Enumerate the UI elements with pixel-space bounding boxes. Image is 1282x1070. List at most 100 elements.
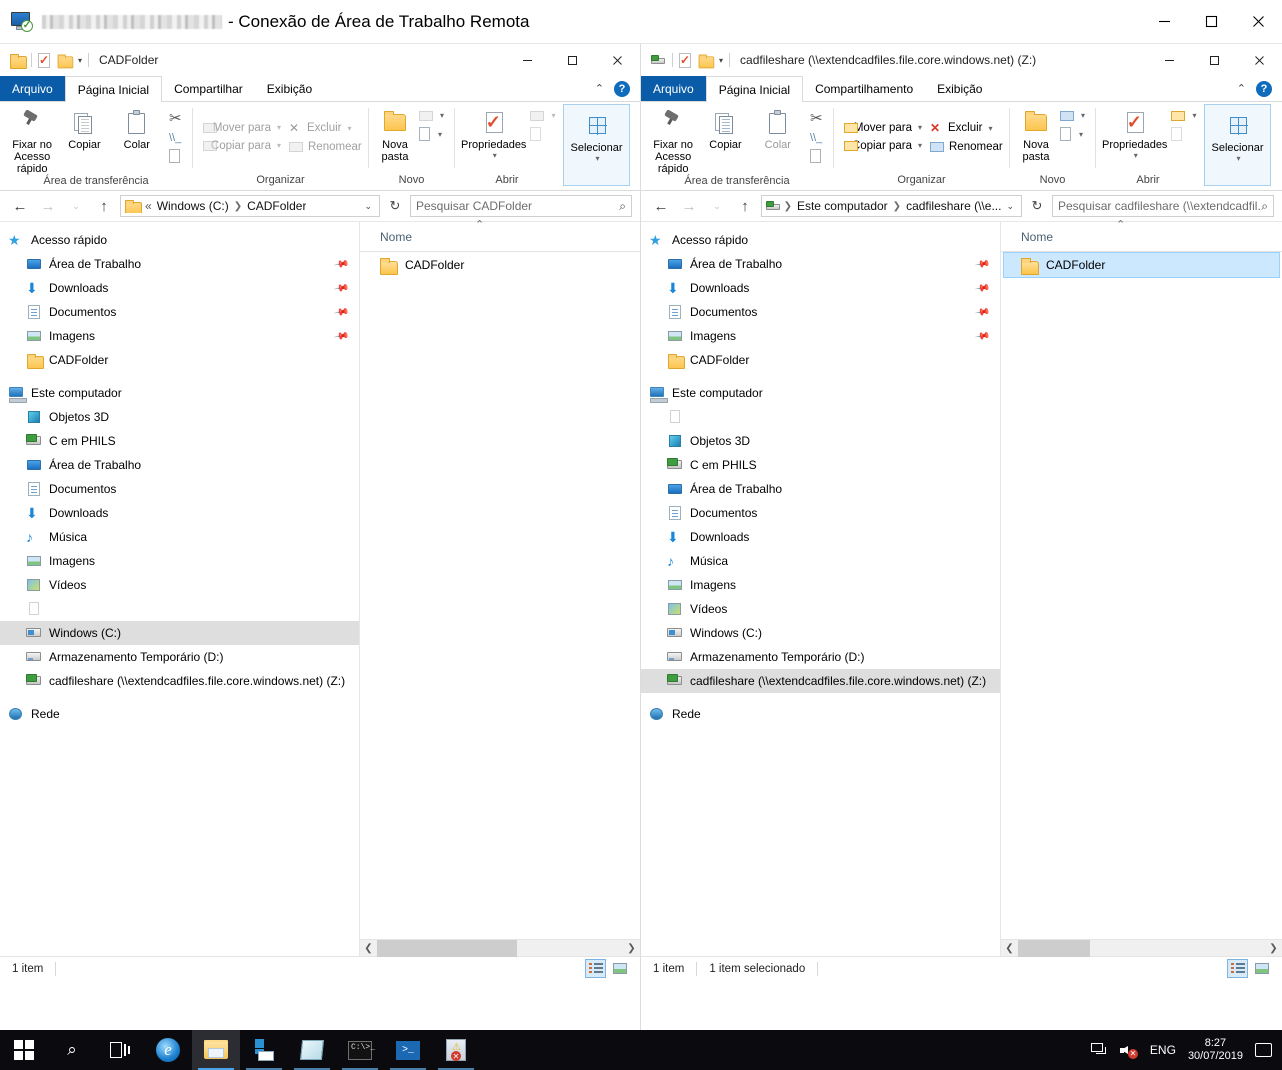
- event-viewer-button[interactable]: ⚠ ✕: [432, 1030, 480, 1070]
- sidebar-item-armazenamento-temporario-d[interactable]: Armazenamento Temporário (D:): [641, 645, 1000, 669]
- sidebar-item-rede[interactable]: Rede: [641, 702, 1000, 726]
- left-tab-pagina-inicial[interactable]: Página Inicial: [64, 76, 163, 102]
- start-button[interactable]: [0, 1030, 48, 1070]
- command-prompt-button[interactable]: C:\>_: [336, 1030, 384, 1070]
- file-list-item-cadfolder[interactable]: CADFolder: [362, 252, 638, 278]
- right-tab-compartilhamento[interactable]: Compartilhamento: [803, 76, 925, 101]
- right-maximize-button[interactable]: [1192, 45, 1237, 76]
- left-tab-arquivo[interactable]: Arquivo: [0, 76, 65, 101]
- sidebar-item-armazenamento-temporario-d[interactable]: Armazenamento Temporário (D:): [0, 645, 359, 669]
- left-copy-button[interactable]: Copiar: [58, 105, 110, 151]
- right-recent-locations-button[interactable]: ⌄: [705, 194, 729, 218]
- right-help-icon[interactable]: ?: [1256, 80, 1272, 97]
- sidebar-item-cadfolder[interactable]: CADFolder: [641, 348, 1000, 372]
- scroll-track[interactable]: [1018, 939, 1265, 957]
- right-collapse-ribbon-icon[interactable]: ⌃: [1237, 82, 1246, 95]
- sidebar-item-objetos-3d[interactable]: Objetos 3D: [641, 429, 1000, 453]
- left-address-dropdown-icon[interactable]: ⌄: [359, 201, 377, 212]
- left-file-list-pane[interactable]: Nome ⌃ CADFolder ❮ ❯: [360, 219, 640, 957]
- large-icons-view-button[interactable]: [1251, 959, 1272, 978]
- sidebar-item-windows-c[interactable]: Windows (C:): [0, 621, 359, 645]
- right-refresh-button[interactable]: ↻: [1026, 195, 1048, 217]
- sidebar-item-downloads[interactable]: ⬇ Downloads 📌: [641, 276, 1000, 300]
- rdp-close-button[interactable]: [1235, 0, 1282, 44]
- qat-customize-caret-icon[interactable]: ▾: [78, 56, 82, 65]
- right-new-item-button[interactable]: ▾: [1056, 107, 1089, 124]
- internet-explorer-button[interactable]: e: [144, 1030, 192, 1070]
- sidebar-item-cadfileshare-z[interactable]: cadfileshare (\\extendcadfiles.file.core…: [641, 669, 1000, 693]
- sidebar-item-area-de-trabalho-2[interactable]: Área de Trabalho: [641, 477, 1000, 501]
- sidebar-item-documentos-2[interactable]: Documentos: [641, 501, 1000, 525]
- left-back-button[interactable]: ←: [8, 194, 32, 218]
- right-edit-button[interactable]: [1167, 125, 1200, 144]
- qat-properties-icon[interactable]: ✓: [679, 52, 692, 68]
- left-copy-path-button[interactable]: \\_: [165, 130, 186, 146]
- left-move-to-button[interactable]: Mover para ▾: [199, 119, 285, 136]
- right-address-bar[interactable]: ❯ Este computador ❯ cadfileshare (\\e...…: [761, 195, 1022, 217]
- left-rename-button[interactable]: Renomear: [285, 138, 366, 155]
- right-tab-pagina-inicial[interactable]: Página Inicial: [705, 76, 804, 102]
- right-properties-button[interactable]: ✓ Propriedades ▾: [1102, 105, 1167, 160]
- language-indicator[interactable]: ENG: [1150, 1043, 1176, 1057]
- right-paste-button[interactable]: Colar: [752, 105, 804, 151]
- right-easy-access-button[interactable]: ▾: [1056, 125, 1089, 144]
- sidebar-item-downloads-2[interactable]: ⬇ Downloads: [641, 525, 1000, 549]
- left-close-button[interactable]: [595, 45, 640, 76]
- details-view-button[interactable]: [585, 959, 606, 978]
- right-cut-button[interactable]: ✂: [806, 109, 827, 129]
- qat-new-folder-icon[interactable]: [57, 54, 74, 68]
- right-column-header-nome[interactable]: Nome ⌃: [1001, 219, 1282, 252]
- sidebar-item-este-computador[interactable]: Este computador: [0, 381, 359, 405]
- scroll-right-icon[interactable]: ❯: [1265, 943, 1282, 954]
- sidebar-item-imagens-2[interactable]: Imagens: [0, 549, 359, 573]
- sticky-notes-button[interactable]: [288, 1030, 336, 1070]
- left-new-item-button[interactable]: ▾: [415, 107, 448, 124]
- sidebar-item-area-de-trabalho-2[interactable]: Área de Trabalho: [0, 453, 359, 477]
- left-open-button[interactable]: ▾: [526, 107, 559, 124]
- sidebar-item-imagens[interactable]: Imagens 📌: [0, 324, 359, 348]
- right-pin-to-quick-access-button[interactable]: Fixar no Acesso rápido: [647, 105, 699, 175]
- left-tab-compartilhar[interactable]: Compartilhar: [162, 76, 255, 101]
- right-horizontal-scrollbar[interactable]: ❮ ❯: [1001, 939, 1282, 957]
- right-address-dropdown-icon[interactable]: ⌄: [1001, 201, 1019, 212]
- sidebar-item-windows-c[interactable]: Windows (C:): [641, 621, 1000, 645]
- left-select-button[interactable]: Selecionar ▾: [570, 108, 623, 163]
- sidebar-item-musica[interactable]: ♪ Música: [641, 549, 1000, 573]
- sidebar-item-cadfolder[interactable]: CADFolder: [0, 348, 359, 372]
- sidebar-item-cadfileshare-z[interactable]: cadfileshare (\\extendcadfiles.file.core…: [0, 669, 359, 693]
- sidebar-item-downloads[interactable]: ⬇ Downloads 📌: [0, 276, 359, 300]
- right-paste-shortcut-button[interactable]: [806, 147, 827, 166]
- sidebar-item-c-em-phils[interactable]: C em PHILS: [0, 429, 359, 453]
- task-view-button[interactable]: [96, 1030, 144, 1070]
- left-up-button[interactable]: ↑: [92, 194, 116, 218]
- sidebar-item-imagens-2[interactable]: Imagens: [641, 573, 1000, 597]
- right-forward-button[interactable]: →: [677, 194, 701, 218]
- server-manager-button[interactable]: [240, 1030, 288, 1070]
- sidebar-item-acesso-rapido[interactable]: ★ Acesso rápido: [0, 228, 359, 252]
- left-new-folder-button[interactable]: Nova pasta: [375, 105, 415, 163]
- left-forward-button[interactable]: →: [36, 194, 60, 218]
- left-breadcrumb-0[interactable]: Windows (C:): [157, 199, 229, 213]
- right-copy-button[interactable]: Copiar: [699, 105, 751, 151]
- right-rename-button[interactable]: Renomear: [926, 138, 1007, 155]
- left-refresh-button[interactable]: ↻: [384, 195, 406, 217]
- right-file-list-pane[interactable]: Nome ⌃ CADFolder ❮ ❯: [1001, 219, 1282, 957]
- sidebar-item-downloads-2[interactable]: ⬇ Downloads: [0, 501, 359, 525]
- sidebar-item-c-em-phils[interactable]: C em PHILS: [641, 453, 1000, 477]
- right-tab-exibicao[interactable]: Exibição: [925, 76, 994, 101]
- left-delete-button[interactable]: ✕ Excluir ▾: [285, 119, 366, 137]
- sidebar-item-videos[interactable]: Vídeos: [0, 573, 359, 597]
- right-select-button[interactable]: Selecionar ▾: [1211, 108, 1264, 163]
- rdp-minimize-button[interactable]: [1141, 0, 1188, 44]
- file-explorer-button[interactable]: [192, 1030, 240, 1070]
- sidebar-item-documentos[interactable]: Documentos 📌: [641, 300, 1000, 324]
- left-collapse-ribbon-icon[interactable]: ⌃: [595, 82, 604, 95]
- scroll-right-icon[interactable]: ❯: [623, 943, 640, 954]
- scroll-left-icon[interactable]: ❮: [1001, 943, 1018, 954]
- volume-muted-icon[interactable]: ✕: [1119, 1043, 1138, 1059]
- left-cut-button[interactable]: ✂: [165, 109, 186, 129]
- right-tab-arquivo[interactable]: Arquivo: [641, 76, 706, 101]
- sidebar-item-blank[interactable]: [0, 597, 359, 621]
- sidebar-item-imagens[interactable]: Imagens 📌: [641, 324, 1000, 348]
- right-breadcrumb-0[interactable]: Este computador: [797, 199, 888, 213]
